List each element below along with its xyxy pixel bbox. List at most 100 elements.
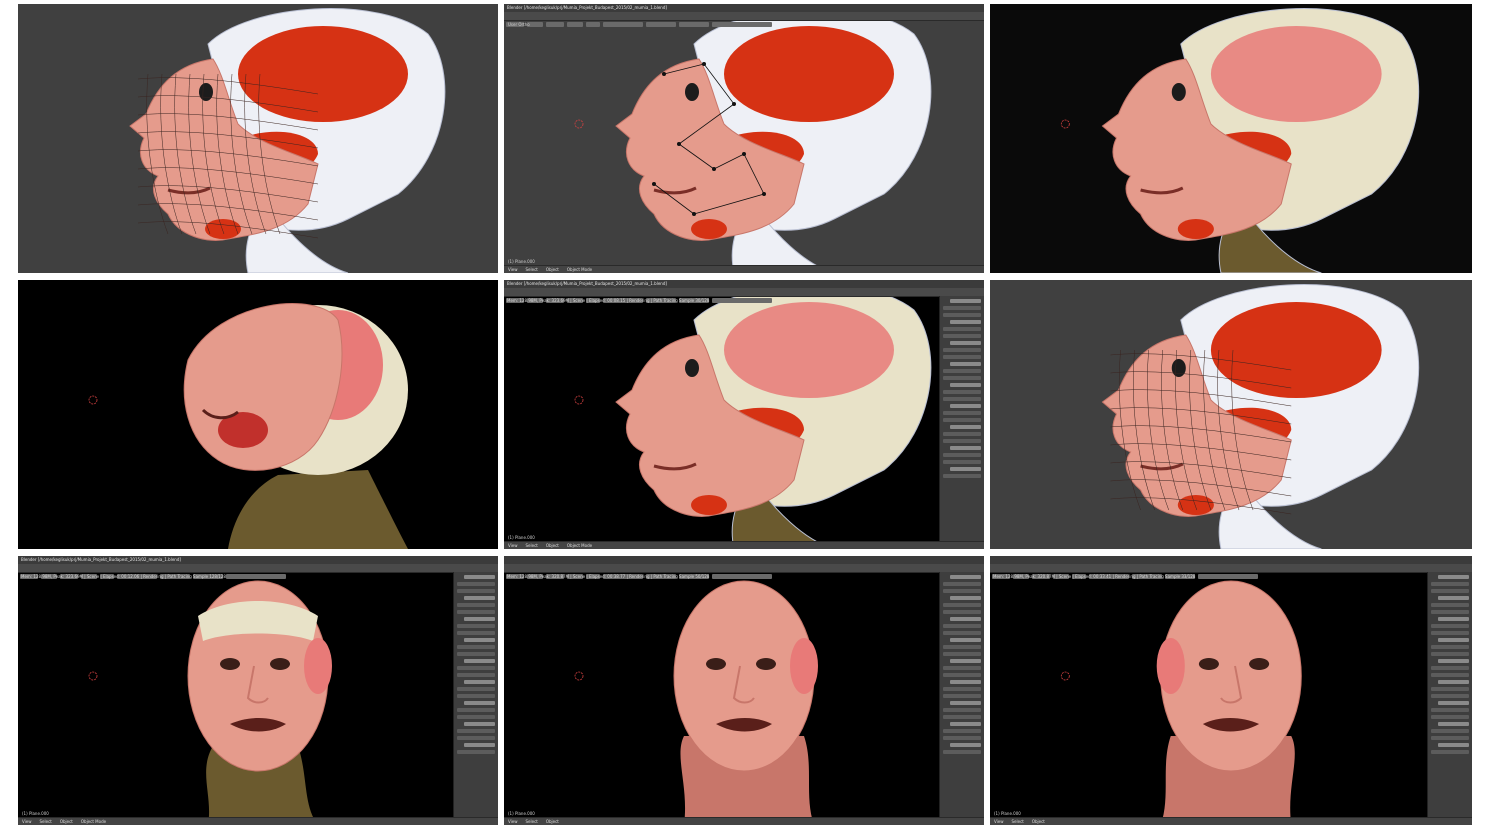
property-field[interactable] (1438, 659, 1469, 663)
property-field[interactable] (950, 638, 981, 642)
viewport-p7[interactable] (18, 556, 498, 825)
property-field[interactable] (1431, 631, 1469, 635)
property-field[interactable] (943, 736, 981, 740)
property-field[interactable] (950, 341, 981, 345)
property-field[interactable] (1431, 666, 1469, 670)
property-field[interactable] (950, 617, 981, 621)
property-field[interactable] (1438, 743, 1469, 747)
property-field[interactable] (1438, 575, 1469, 579)
property-field[interactable] (457, 631, 495, 635)
property-field[interactable] (1431, 736, 1469, 740)
property-field[interactable] (464, 596, 495, 600)
property-field[interactable] (457, 603, 495, 607)
property-field[interactable] (1431, 715, 1469, 719)
property-field[interactable] (457, 652, 495, 656)
viewport-p3[interactable] (990, 4, 1472, 273)
property-field[interactable] (950, 404, 981, 408)
header-menu-item[interactable]: View (22, 819, 32, 824)
property-field[interactable] (457, 715, 495, 719)
property-field[interactable] (943, 729, 981, 733)
viewport-p4[interactable] (18, 280, 498, 549)
header-menu-item[interactable]: Object (546, 543, 559, 548)
properties-panel[interactable] (939, 572, 984, 818)
property-field[interactable] (1431, 729, 1469, 733)
viewport-p8[interactable] (504, 556, 984, 825)
property-field[interactable] (950, 299, 981, 303)
property-field[interactable] (943, 673, 981, 677)
property-field[interactable] (1431, 694, 1469, 698)
property-field[interactable] (457, 687, 495, 691)
viewport-p6[interactable] (990, 280, 1472, 549)
property-field[interactable] (1431, 589, 1469, 593)
property-field[interactable] (1431, 603, 1469, 607)
menu-item[interactable] (603, 22, 643, 27)
property-field[interactable] (457, 624, 495, 628)
property-field[interactable] (943, 460, 981, 464)
mode-selector[interactable]: Object Mode (567, 543, 592, 548)
property-field[interactable] (464, 743, 495, 747)
menu-item[interactable] (712, 574, 772, 579)
property-field[interactable] (950, 446, 981, 450)
property-field[interactable] (1431, 610, 1469, 614)
property-field[interactable] (1438, 701, 1469, 705)
menu-item[interactable] (226, 574, 286, 579)
viewport-p2[interactable] (504, 4, 984, 273)
property-field[interactable] (943, 474, 981, 478)
property-field[interactable] (943, 652, 981, 656)
property-field[interactable] (943, 708, 981, 712)
property-field[interactable] (943, 313, 981, 317)
property-field[interactable] (464, 659, 495, 663)
property-field[interactable] (464, 575, 495, 579)
header-menu-item[interactable]: Select (526, 543, 538, 548)
property-field[interactable] (943, 631, 981, 635)
property-field[interactable] (457, 736, 495, 740)
property-field[interactable] (950, 467, 981, 471)
header-menu-item[interactable]: Object (546, 267, 559, 272)
property-field[interactable] (1431, 645, 1469, 649)
property-field[interactable] (464, 722, 495, 726)
property-field[interactable] (464, 701, 495, 705)
header-menu-item[interactable]: Select (526, 819, 538, 824)
property-field[interactable] (943, 418, 981, 422)
property-field[interactable] (1438, 617, 1469, 621)
property-field[interactable] (943, 376, 981, 380)
property-field[interactable] (1431, 687, 1469, 691)
property-field[interactable] (943, 715, 981, 719)
property-field[interactable] (950, 701, 981, 705)
property-field[interactable] (943, 582, 981, 586)
menu-item[interactable] (567, 22, 583, 27)
menu-item[interactable] (712, 298, 772, 303)
property-field[interactable] (943, 694, 981, 698)
property-field[interactable] (950, 320, 981, 324)
header-menu-item[interactable]: View (508, 543, 518, 548)
viewport-p9[interactable] (990, 556, 1472, 825)
property-field[interactable] (943, 439, 981, 443)
menu-item[interactable] (586, 22, 600, 27)
property-field[interactable] (943, 334, 981, 338)
property-field[interactable] (950, 722, 981, 726)
property-field[interactable] (943, 327, 981, 331)
property-field[interactable] (943, 750, 981, 754)
header-menu-item[interactable]: Object (546, 819, 559, 824)
property-field[interactable] (457, 673, 495, 677)
mode-selector[interactable]: Object Mode (81, 819, 106, 824)
property-field[interactable] (457, 750, 495, 754)
properties-panel[interactable] (453, 572, 498, 818)
property-field[interactable] (1431, 652, 1469, 656)
property-field[interactable] (950, 425, 981, 429)
property-field[interactable] (943, 666, 981, 670)
property-field[interactable] (950, 659, 981, 663)
property-field[interactable] (1431, 750, 1469, 754)
property-field[interactable] (464, 680, 495, 684)
property-field[interactable] (943, 453, 981, 457)
property-field[interactable] (457, 582, 495, 586)
property-field[interactable] (457, 708, 495, 712)
property-field[interactable] (1431, 673, 1469, 677)
viewport-p5[interactable] (504, 280, 984, 549)
property-field[interactable] (943, 687, 981, 691)
menu-item[interactable] (546, 22, 564, 27)
property-field[interactable] (950, 680, 981, 684)
header-menu-item[interactable]: View (508, 267, 518, 272)
menu-item[interactable] (712, 22, 772, 27)
property-field[interactable] (1438, 596, 1469, 600)
